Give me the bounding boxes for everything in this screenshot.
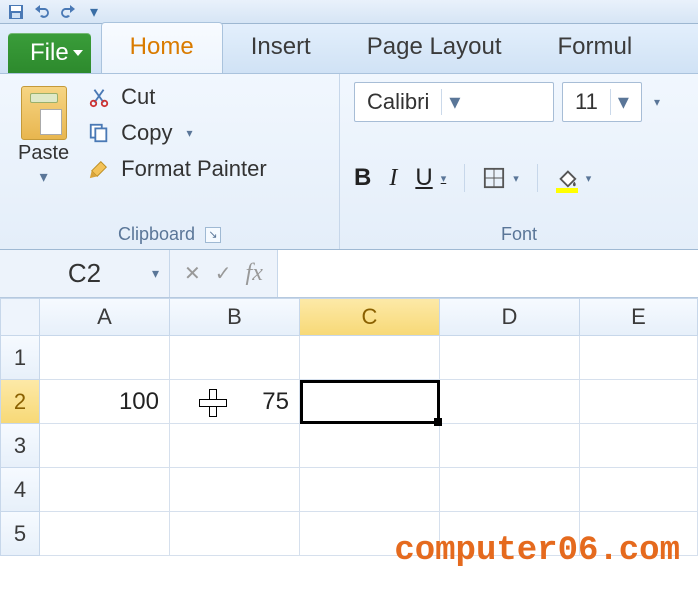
ribbon-tab-row: File Home Insert Page Layout Formul	[0, 24, 698, 74]
qat-customize-icon[interactable]: ▾	[86, 4, 102, 20]
row-header-5[interactable]: 5	[0, 512, 40, 556]
name-box-dropdown-icon[interactable]: ▾	[152, 265, 159, 282]
cell-B1[interactable]	[170, 336, 300, 380]
row-header-4[interactable]: 4	[0, 468, 40, 512]
name-box-value: C2	[68, 258, 101, 289]
tab-formulas-label: Formul	[558, 33, 633, 60]
borders-dropdown-icon[interactable]: ▾	[513, 172, 519, 185]
column-header-A[interactable]: A	[40, 298, 170, 336]
formula-bar-row: C2 ▾ ✕ ✓ fx	[0, 250, 698, 298]
font-name-combo[interactable]: Calibri ▾	[354, 82, 554, 122]
row-header-3[interactable]: 3	[0, 424, 40, 468]
column-header-E[interactable]: E	[580, 298, 698, 336]
cell-C4[interactable]	[300, 468, 440, 512]
insert-function-icon[interactable]: fx	[246, 260, 263, 287]
fill-color-dropdown-icon[interactable]: ▾	[586, 172, 592, 185]
cell-E2[interactable]	[580, 380, 698, 424]
worksheet[interactable]: A B C D E 1 2 100 75 3 4 5	[0, 298, 698, 556]
separator	[537, 164, 538, 192]
font-size-value: 11	[563, 89, 610, 115]
tab-page-layout[interactable]: Page Layout	[339, 23, 530, 73]
italic-button[interactable]: I	[389, 165, 397, 192]
title-bar: ▾	[0, 0, 698, 24]
tab-home-label: Home	[130, 33, 194, 60]
bold-button[interactable]: B	[354, 164, 371, 192]
cell-A2[interactable]: 100	[40, 380, 170, 424]
group-font: Calibri ▾ 11 ▾ ▾ B I U▾ ▾ ▾	[340, 74, 698, 249]
fill-color-swatch	[556, 188, 578, 193]
cell-C1[interactable]	[300, 336, 440, 380]
cut-icon	[87, 85, 111, 109]
row-header-1[interactable]: 1	[0, 336, 40, 380]
cancel-formula-icon[interactable]: ✕	[184, 261, 201, 286]
cell-A1[interactable]	[40, 336, 170, 380]
format-painter-icon	[87, 157, 111, 181]
format-painter-button[interactable]: Format Painter	[87, 156, 267, 182]
row-header-2[interactable]: 2	[0, 380, 40, 424]
cell-D4[interactable]	[440, 468, 580, 512]
tab-page-layout-label: Page Layout	[367, 33, 502, 60]
redo-icon[interactable]	[60, 4, 76, 20]
clipboard-dialog-launcher-icon[interactable]: ↘	[205, 227, 221, 243]
font-group-more-icon[interactable]: ▾	[654, 95, 660, 109]
cell-B2[interactable]: 75	[170, 380, 300, 424]
group-clipboard-title: Clipboard	[118, 224, 195, 245]
cell-E4[interactable]	[580, 468, 698, 512]
cell-A5[interactable]	[40, 512, 170, 556]
cell-B4[interactable]	[170, 468, 300, 512]
tab-home[interactable]: Home	[101, 22, 223, 73]
copy-dropdown-icon[interactable]: ▾	[187, 126, 193, 140]
cut-button[interactable]: Cut	[87, 84, 267, 110]
format-painter-label: Format Painter	[121, 156, 267, 182]
font-size-dropdown-icon[interactable]: ▾	[610, 89, 636, 115]
cell-D3[interactable]	[440, 424, 580, 468]
copy-label: Copy	[121, 120, 172, 146]
paste-icon	[21, 86, 67, 140]
underline-button[interactable]: U▾	[415, 164, 446, 192]
save-icon[interactable]	[8, 4, 24, 20]
cut-label: Cut	[121, 84, 155, 110]
enter-formula-icon[interactable]: ✓	[215, 261, 232, 286]
copy-button[interactable]: Copy ▾	[87, 120, 267, 146]
copy-icon	[87, 121, 111, 145]
tab-formulas[interactable]: Formul	[530, 23, 661, 73]
formula-input[interactable]	[277, 250, 698, 297]
tab-insert[interactable]: Insert	[223, 23, 339, 73]
column-header-D[interactable]: D	[440, 298, 580, 336]
name-box[interactable]: C2 ▾	[0, 250, 170, 297]
fill-color-button[interactable]: ▾	[556, 167, 592, 189]
cell-C2[interactable]	[300, 380, 440, 424]
paste-dropdown-icon[interactable]: ▾	[40, 167, 48, 187]
font-size-combo[interactable]: 11 ▾	[562, 82, 642, 122]
cell-E1[interactable]	[580, 336, 698, 380]
font-name-dropdown-icon[interactable]: ▾	[441, 89, 467, 115]
paste-button[interactable]: Paste ▾	[14, 82, 73, 191]
cell-B5[interactable]	[170, 512, 300, 556]
tab-insert-label: Insert	[251, 33, 311, 60]
cell-C3[interactable]	[300, 424, 440, 468]
font-name-value: Calibri	[355, 89, 441, 115]
column-header-B[interactable]: B	[170, 298, 300, 336]
cell-A4[interactable]	[40, 468, 170, 512]
select-all-corner[interactable]	[0, 298, 40, 336]
watermark-text: computer06.com	[394, 532, 680, 570]
tab-file-label: File	[30, 39, 69, 66]
separator	[464, 164, 465, 192]
underline-dropdown-icon[interactable]: ▾	[441, 172, 447, 185]
ribbon: Paste ▾ Cut Copy ▾	[0, 74, 698, 250]
tab-file[interactable]: File	[8, 33, 91, 73]
cell-D2[interactable]	[440, 380, 580, 424]
cell-E3[interactable]	[580, 424, 698, 468]
borders-button[interactable]: ▾	[483, 167, 519, 189]
undo-icon[interactable]	[34, 4, 50, 20]
cell-A3[interactable]	[40, 424, 170, 468]
paste-label: Paste	[18, 142, 69, 165]
column-header-C[interactable]: C	[300, 298, 440, 336]
cell-B3[interactable]	[170, 424, 300, 468]
cell-D1[interactable]	[440, 336, 580, 380]
group-clipboard: Paste ▾ Cut Copy ▾	[0, 74, 340, 249]
group-font-title: Font	[501, 224, 537, 245]
